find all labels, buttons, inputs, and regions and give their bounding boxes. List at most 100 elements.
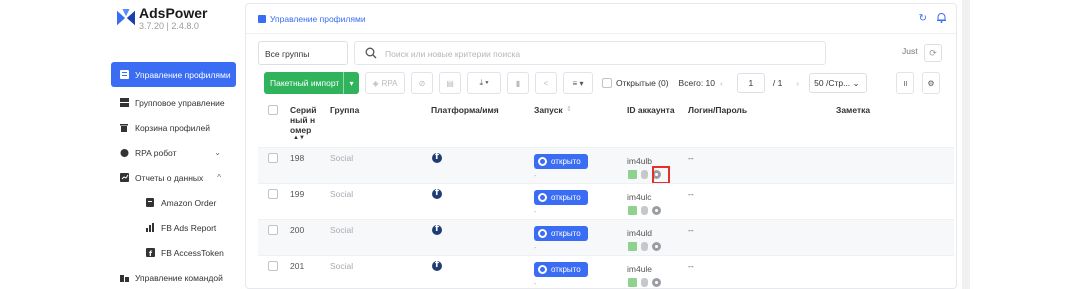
profiles-tab-icon <box>258 15 266 23</box>
group-select[interactable]: Все группы <box>258 41 348 65</box>
sidebar-item-team[interactable]: Управление командой <box>105 265 235 289</box>
sidebar-item-trash[interactable]: Корзина профилей <box>105 115 235 140</box>
batch-import-button[interactable]: Пакетный импорт ▾ <box>264 72 359 94</box>
main-panel: Управление профилями ↻ Все группы Поиск … <box>245 3 957 289</box>
row-dash: - <box>534 245 537 252</box>
prev-page-icon[interactable]: ‹ <box>720 78 723 88</box>
row-checkbox[interactable] <box>268 261 278 271</box>
open-button[interactable]: открыто <box>534 262 588 277</box>
gear-icon[interactable] <box>652 242 661 251</box>
logo: AdsPower 3.7.20 | 2.4.8.0 <box>117 6 207 31</box>
brand-name: AdsPower <box>139 5 208 21</box>
cookie-icon[interactable] <box>628 242 637 251</box>
sidebar-item-reports[interactable]: Отчеты о данных ^ <box>105 165 235 190</box>
row-login: -- <box>688 189 694 199</box>
amazon-icon <box>145 198 155 208</box>
proxy-icon[interactable] <box>641 242 648 251</box>
tab-profiles[interactable]: Управление профилями <box>258 8 366 30</box>
row-group: Social <box>330 189 354 199</box>
row-dash: - <box>534 209 537 216</box>
facebook-icon <box>432 224 442 235</box>
open-button[interactable]: открыто <box>534 190 588 205</box>
select-all-checkbox[interactable] <box>268 105 278 115</box>
stop-icon: ⊘ <box>418 78 426 88</box>
sidebar-nav: Управление профилями Групповое управлени… <box>105 62 236 289</box>
group-move-button[interactable]: ▤ <box>439 72 461 94</box>
sidebar-item-label: FB Ads Report <box>161 222 217 233</box>
sidebar-item-label: Amazon Order <box>161 197 217 208</box>
search-input[interactable]: Поиск или новые критерии поиска <box>354 41 826 65</box>
more-button[interactable]: ≡ ▾ <box>563 72 593 94</box>
rpa-label: RPA <box>381 78 398 88</box>
chevron-down-icon[interactable]: ▾ <box>344 79 359 88</box>
table-row[interactable]: 201 Social открыто - im4ule -- <box>258 255 954 289</box>
scrollbar[interactable] <box>962 0 970 289</box>
group-icon: ▤ <box>446 78 454 88</box>
row-checkbox[interactable] <box>268 153 278 163</box>
col-launch[interactable]: Запуск <box>534 105 563 115</box>
settings-button[interactable]: ⚙ <box>922 72 940 94</box>
refresh-icon[interactable]: ↻ <box>919 13 927 26</box>
toolbar: Пакетный импорт ▾ ◈ RPA ⊘ ▤ ⤓ ▾ ▮ < ≡ ▾ О… <box>264 72 944 94</box>
opened-checkbox[interactable] <box>602 78 612 88</box>
sidebar-item-label: RPA робот <box>135 147 177 158</box>
open-button[interactable]: открыто <box>534 226 588 241</box>
sync-icon[interactable]: ⟳ <box>924 44 942 62</box>
robot-icon <box>119 148 129 158</box>
row-checkbox[interactable] <box>268 189 278 199</box>
account-icons <box>628 206 661 215</box>
sort-icon[interactable]: ▲▼ <box>293 135 305 141</box>
row-account-id: im4ulb <box>627 156 653 166</box>
opened-filter: Открытые (0) Всего: 10 <box>602 72 715 94</box>
cookie-icon[interactable] <box>628 206 637 215</box>
sidebar-item-groups[interactable]: Групповое управление <box>105 90 235 115</box>
cookie-icon[interactable] <box>628 170 637 179</box>
sidebar-item-label: Отчеты о данных <box>135 172 204 183</box>
col-serial[interactable]: Серийный номер <box>290 105 320 135</box>
proxy-icon[interactable] <box>641 206 648 215</box>
per-page-value: 50 /Стр... <box>814 78 851 88</box>
open-label: открыто <box>551 229 581 238</box>
rpa-icon: ◈ <box>372 78 379 88</box>
delete-button[interactable]: ▮ <box>507 72 529 94</box>
launch-sort-icon[interactable]: ⇕ <box>566 105 572 113</box>
chrome-icon <box>538 157 547 166</box>
sidebar-item-amazon-order[interactable]: Amazon Order <box>105 190 235 215</box>
cookie-icon[interactable] <box>628 278 637 287</box>
bell-icon[interactable] <box>937 13 946 26</box>
export-button[interactable]: ⤓ ▾ <box>467 72 501 94</box>
row-checkbox[interactable] <box>268 225 278 235</box>
row-login: -- <box>688 153 694 163</box>
chrome-icon <box>538 265 547 274</box>
account-icons <box>628 242 661 251</box>
proxy-icon[interactable] <box>641 278 648 287</box>
row-group: Social <box>330 261 354 271</box>
row-account-id: im4ule <box>627 264 653 274</box>
pause-button[interactable]: ॥ <box>896 72 914 94</box>
page-input[interactable]: 1 <box>736 73 765 93</box>
table-row[interactable]: 198 Social открыто - im4ulb -- <box>258 147 954 184</box>
sidebar-item-rpa[interactable]: RPA робот ⌄ <box>105 140 235 165</box>
row-account-id: im4uld <box>627 228 653 238</box>
table-row[interactable]: 200 Social открыто - im4uld -- <box>258 219 954 255</box>
rpa-button[interactable]: ◈ RPA <box>365 72 405 94</box>
proxy-icon[interactable] <box>641 170 648 179</box>
highlight-box <box>652 166 670 184</box>
table-row[interactable]: 199 Social открыто - im4ulc -- <box>258 183 954 219</box>
col-note: Заметка <box>836 105 871 115</box>
next-page-icon[interactable]: › <box>796 78 799 88</box>
gear-icon[interactable] <box>652 278 661 287</box>
stop-button[interactable]: ⊘ <box>411 72 433 94</box>
facebook-icon: f <box>145 248 155 258</box>
sidebar-item-label: Групповое управление <box>135 97 225 108</box>
share-button[interactable]: < <box>535 72 557 94</box>
facebook-icon <box>432 152 442 163</box>
per-page-select[interactable]: 50 /Стр... ⌄ <box>809 73 868 93</box>
sidebar-item-fb-accesstoken[interactable]: f FB AccessToken <box>105 240 235 265</box>
gear-icon[interactable] <box>652 206 661 215</box>
sidebar-item-profiles[interactable]: Управление профилями <box>111 62 236 87</box>
sidebar-item-fb-ads-report[interactable]: FB Ads Report <box>105 215 235 240</box>
trash-icon: ▮ <box>515 78 521 88</box>
open-label: открыто <box>551 265 581 274</box>
open-button[interactable]: открыто <box>534 154 588 169</box>
